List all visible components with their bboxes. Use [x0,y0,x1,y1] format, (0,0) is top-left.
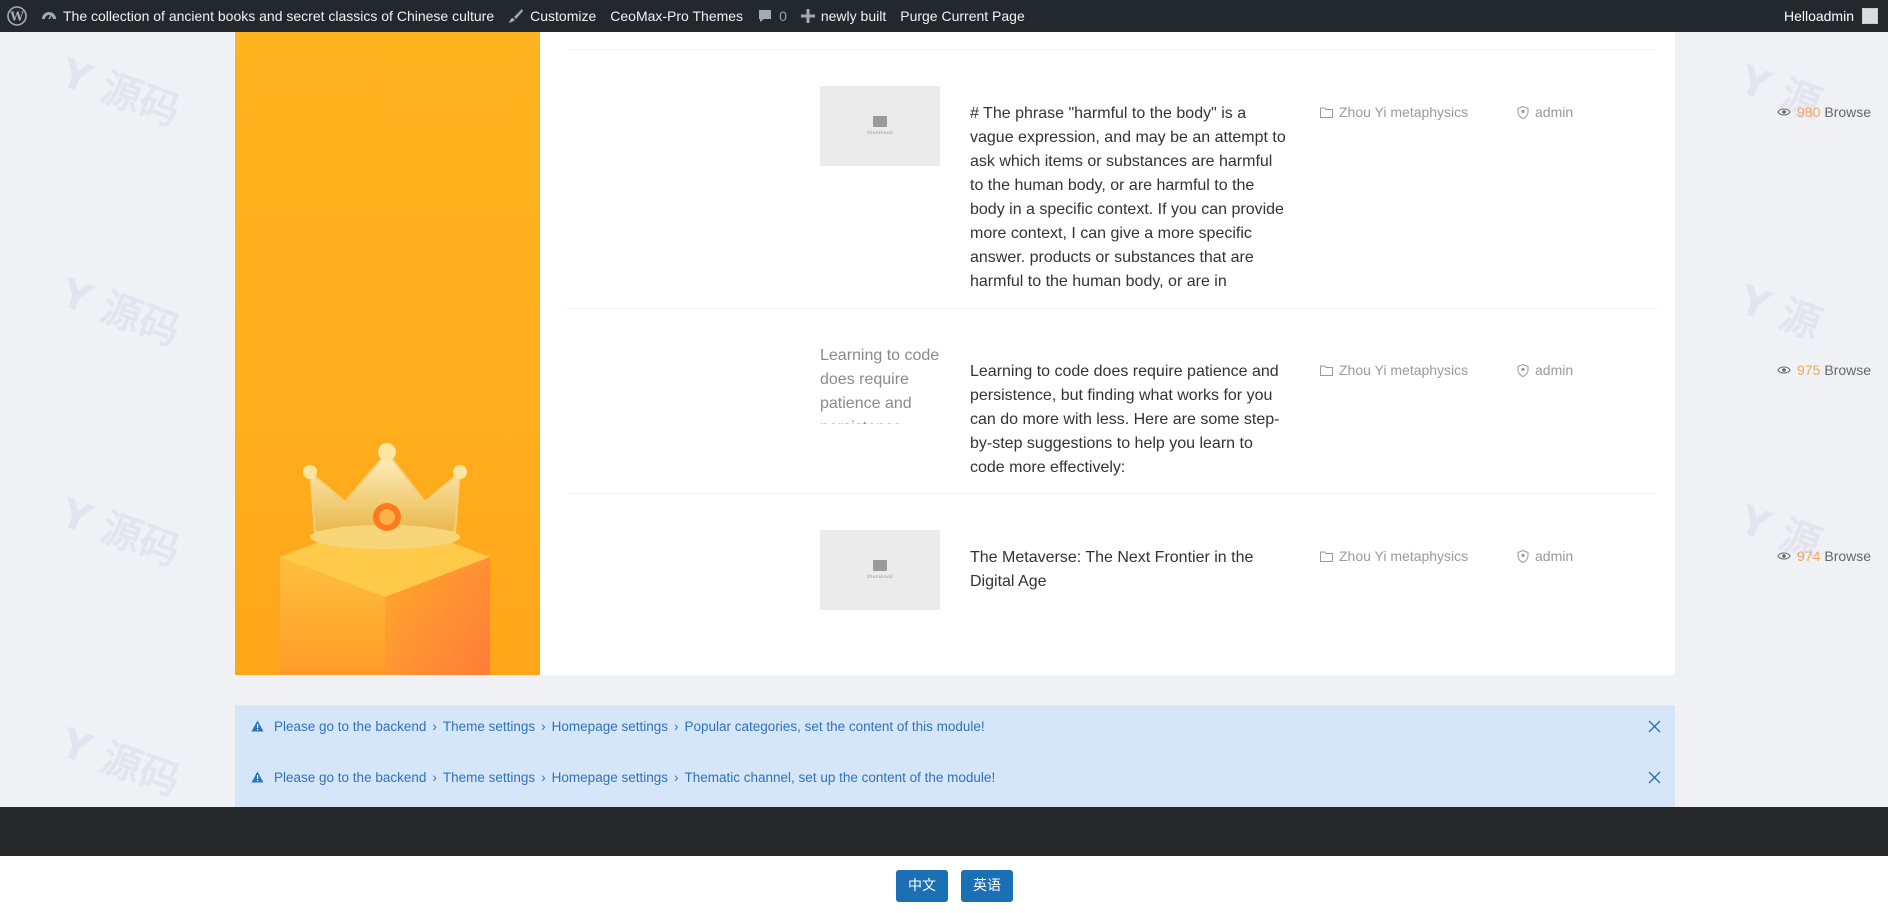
svg-text:W: W [9,10,24,24]
post-list-card: thumbnail # The phrase "harmful to the b… [235,32,1871,675]
language-english-button[interactable]: 英语 [961,870,1013,902]
watermark: Y 源码 [54,720,186,806]
post-author[interactable]: admin [1517,548,1573,564]
alert-crumb: Please go to the backend [274,769,427,785]
post-category[interactable]: Zhou Yi metaphysics [1320,548,1468,564]
folder-icon [1320,551,1333,562]
comments-link[interactable]: 0 [750,0,794,32]
chevron-right-icon: › [541,718,546,734]
themes-link[interactable]: CeoMax-Pro Themes [603,0,750,32]
post-thumbnail[interactable]: thumbnail [820,86,940,166]
post-author[interactable]: admin [1517,104,1573,120]
alert-crumb: Thematic channel, set up the content of … [684,769,996,785]
crown-icon [280,443,490,675]
avatar [1862,8,1878,24]
views-count: 974 [1797,548,1821,564]
alert-panel: Please go to the backend › Theme setting… [235,705,1675,807]
alert-crumb: Theme settings [442,769,536,785]
post-views: 980 Browse [1777,104,1871,120]
post-author[interactable]: admin [1517,362,1573,378]
alert-crumb: Homepage settings [551,769,668,785]
author-label: admin [1535,362,1574,378]
banner-panel[interactable] [235,32,540,675]
shield-user-icon [1517,549,1529,563]
warning-icon [251,720,264,732]
admin-bar: W The collection of ancient books and se… [0,0,1888,32]
chevron-right-icon: › [432,769,437,785]
post-thumbnail[interactable]: thumbnail [820,530,940,610]
folder-icon [1320,107,1333,118]
plus-icon [800,9,815,23]
watermark: Y 源 [1733,276,1827,349]
post-title-link[interactable]: Learning to code does require patience a… [970,360,1290,480]
eye-icon [1777,107,1791,117]
divider [567,308,1657,309]
image-icon [873,560,887,571]
themes-label: CeoMax-Pro Themes [610,8,744,24]
post-thumbnail[interactable]: Learning to code does require patience a… [820,344,940,424]
watermark: Y 源码 [54,270,186,356]
eye-icon [1777,551,1791,561]
views-label: Browse [1824,104,1872,120]
watermark: Y 源码 [54,50,186,136]
alert-thematic-channel: Please go to the backend › Theme setting… [235,756,1675,798]
wordpress-icon: W [7,6,27,26]
divider [567,493,1657,494]
views-count: 975 [1797,362,1821,378]
site-title: The collection of ancient books and secr… [63,8,495,24]
alert-crumb: Please go to the backend [274,718,427,734]
user-account-menu[interactable]: Helloadmin [1784,8,1888,24]
alert-crumb: Popular categories, set the content of t… [684,718,985,734]
dashboard-icon [41,8,57,24]
footer-dark-band [0,807,1888,856]
brush-icon [508,8,524,24]
purge-link[interactable]: Purge Current Page [893,0,1032,32]
views-label: Browse [1824,362,1872,378]
post-views: 974 Browse [1777,548,1871,564]
chevron-right-icon: › [432,718,437,734]
thumbnail-label: thumbnail [867,130,893,136]
category-label: Zhou Yi metaphysics [1339,362,1469,378]
new-label: newly built [820,8,887,24]
chevron-right-icon: › [674,769,679,785]
post-title-link[interactable]: # The phrase "harmful to the body" is a … [970,102,1290,294]
shield-user-icon [1517,105,1529,119]
purge-label: Purge Current Page [900,8,1025,24]
post-views: 975 Browse [1777,362,1871,378]
alert-crumb: Theme settings [442,718,536,734]
close-icon[interactable] [1645,768,1663,786]
customize-link[interactable]: Customize [501,0,603,32]
post-category[interactable]: Zhou Yi metaphysics [1320,362,1468,378]
eye-icon [1777,365,1791,375]
author-label: admin [1535,104,1574,120]
site-name-link[interactable]: The collection of ancient books and secr… [34,0,501,32]
views-label: Browse [1824,548,1872,564]
folder-icon [1320,365,1333,376]
post-category[interactable]: Zhou Yi metaphysics [1320,104,1468,120]
new-content-link[interactable]: newly built [794,0,893,32]
comment-icon [757,8,773,24]
alert-popular-categories: Please go to the backend › Theme setting… [235,705,1675,747]
comments-count: 0 [779,8,787,24]
author-label: admin [1535,548,1574,564]
language-chinese-button[interactable]: 中文 [896,870,948,902]
views-count: 980 [1797,104,1821,120]
divider [567,49,1657,50]
watermark: Y 源码 [54,490,186,576]
chevron-right-icon: › [541,769,546,785]
customize-label: Customize [530,8,597,24]
image-icon [873,116,887,127]
chevron-right-icon: › [674,718,679,734]
warning-icon [251,771,264,783]
language-switcher-bar: 中文 英语 [0,856,1888,913]
wordpress-logo-button[interactable]: W [0,0,34,32]
alert-crumb: Homepage settings [551,718,668,734]
post-title-link[interactable]: The Metaverse: The Next Frontier in the … [970,546,1290,594]
category-label: Zhou Yi metaphysics [1339,548,1469,564]
close-icon[interactable] [1645,717,1663,735]
category-label: Zhou Yi metaphysics [1339,104,1469,120]
thumbnail-label: thumbnail [867,574,893,580]
shield-user-icon [1517,363,1529,377]
user-greeting: Helloadmin [1783,8,1854,24]
